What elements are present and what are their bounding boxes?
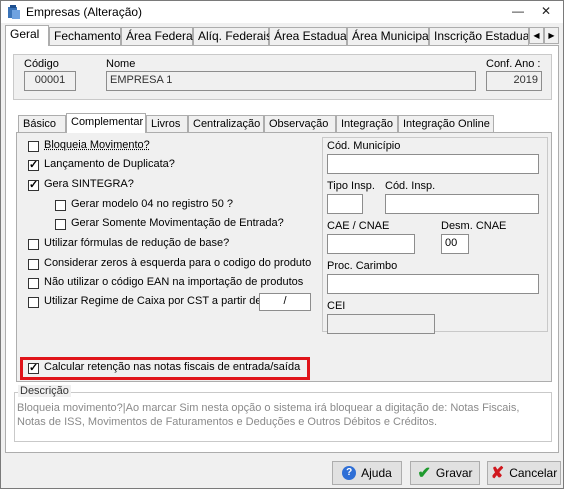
cod-municipio-field[interactable] [327, 154, 539, 174]
description-title: Descrição [18, 385, 71, 397]
formulas-reducao-label: Utilizar fórmulas de redução de base? [44, 237, 230, 249]
tab-geral[interactable]: Geral [5, 25, 49, 46]
cancelar-label: Cancelar [509, 466, 558, 480]
modelo-04-label: Gerar modelo 04 no registro 50 ? [71, 198, 234, 210]
nome-label: Nome [106, 58, 136, 70]
cae-cnae-label: CAE / CNAE [327, 220, 390, 232]
regime-caixa-label: Utilizar Regime de Caixa por CST a parti… [44, 295, 262, 307]
codigo-label: Código [24, 58, 59, 70]
nao-utilizar-ean-checkbox[interactable] [28, 278, 39, 289]
subtab-observacao[interactable]: Observação [264, 115, 336, 132]
subtab-livros[interactable]: Livros [146, 115, 188, 132]
tipo-insp-label: Tipo Insp. [327, 180, 375, 192]
right-panel: Cód. Município Tipo Insp. Cód. Insp. CAE… [322, 137, 548, 334]
help-icon: ? [342, 466, 357, 480]
subtab-centralizacao[interactable]: Centralização [188, 115, 264, 132]
cancelar-button[interactable]: ✘ Cancelar [487, 461, 561, 485]
regime-caixa-date-field[interactable]: / [259, 293, 311, 311]
cod-municipio-label: Cód. Município [327, 140, 401, 152]
subtab-basico[interactable]: Básico [18, 115, 66, 132]
zeros-esquerda-label: Considerar zeros à esquerda para o codig… [44, 257, 312, 269]
subtab-integracao[interactable]: Integração [336, 115, 398, 132]
ajuda-label: Ajuda [361, 466, 392, 480]
modelo-04-checkbox[interactable] [55, 200, 66, 211]
main-tabbar: Geral Fechamento Área Federal Alíq. Fede… [5, 25, 559, 46]
ajuda-button[interactable]: ? Ajuda [332, 461, 402, 485]
somente-entrada-checkbox[interactable] [55, 219, 66, 230]
bloqueia-movimento-checkbox[interactable] [28, 141, 39, 152]
lancamento-duplicata-label: Lançamento de Duplicata? [44, 158, 175, 170]
empresas-window: Empresas (Alteração) — ✕ Geral Fechament… [0, 0, 564, 489]
cod-insp-label: Cód. Insp. [385, 180, 436, 192]
tab-inscricao-estadual[interactable]: Inscrição Estadual S [429, 27, 529, 45]
gera-sintegra-checkbox[interactable] [28, 178, 39, 191]
window-title: Empresas (Alteração) [26, 5, 143, 19]
gera-sintegra-label: Gera SINTEGRA? [44, 178, 134, 190]
conf-ano-field[interactable]: 2019 [486, 71, 542, 91]
tab-area-municipal[interactable]: Área Municipal [347, 27, 431, 45]
bloqueia-movimento-label: Bloqueia Movimento? [44, 139, 150, 151]
complementar-page: Bloqueia Movimento? Lançamento de Duplic… [16, 132, 552, 382]
geral-page: Código 00001 Nome EMPRESA 1 Conf. Ano : … [5, 45, 559, 453]
title-bar: Empresas (Alteração) — ✕ [1, 1, 563, 23]
proc-carimbo-label: Proc. Carimbo [327, 260, 398, 272]
tab-area-federal[interactable]: Área Federal [121, 27, 195, 45]
tab-fechamento[interactable]: Fechamento [49, 27, 121, 45]
formulas-reducao-checkbox[interactable] [28, 239, 39, 250]
company-header-box: Código 00001 Nome EMPRESA 1 Conf. Ano : … [13, 54, 552, 100]
calcular-retencao-label: Calcular retenção nas notas fiscais de e… [44, 361, 301, 373]
codigo-field[interactable]: 00001 [24, 71, 76, 91]
subtab-complementar[interactable]: Complementar [66, 113, 146, 133]
tab-scroll-right-icon[interactable]: ▶ [544, 27, 559, 44]
regime-caixa-checkbox[interactable] [28, 297, 39, 308]
cei-field[interactable] [327, 314, 435, 334]
check-icon: ✔ [417, 465, 431, 482]
calcular-retencao-checkbox[interactable] [28, 361, 39, 374]
subtab-integracao-online[interactable]: Integração Online [398, 115, 494, 132]
proc-carimbo-field[interactable] [327, 274, 539, 294]
nao-utilizar-ean-label: Não utilizar o código EAN na importação … [44, 276, 304, 288]
description-box: Descrição Bloqueia movimento?|Ao marcar … [14, 385, 552, 442]
app-icon [8, 5, 20, 19]
tipo-insp-field[interactable] [327, 194, 363, 214]
minimize-button[interactable]: — [504, 1, 532, 23]
desm-cnae-field[interactable]: 00 [441, 234, 469, 254]
desm-cnae-label: Desm. CNAE [441, 220, 507, 232]
gravar-label: Gravar [435, 466, 473, 480]
nome-field[interactable]: EMPRESA 1 [106, 71, 476, 91]
tab-aliq-federais[interactable]: Alíq. Federais [193, 27, 272, 45]
cei-label: CEI [327, 300, 346, 312]
cancel-icon: ✘ [490, 465, 505, 482]
conf-ano-label: Conf. Ano : [486, 58, 541, 70]
tab-area-estadual[interactable]: Área Estadual [269, 27, 349, 45]
gravar-button[interactable]: ✔ Gravar [410, 461, 480, 485]
close-button[interactable]: ✕ [532, 1, 560, 23]
cae-cnae-field[interactable] [327, 234, 415, 254]
footer-bar: ? Ajuda ✔ Gravar ✘ Cancelar [1, 454, 563, 488]
zeros-esquerda-checkbox[interactable] [28, 259, 39, 270]
sub-tabbar: Básico Complementar Livros Centralização… [16, 113, 552, 133]
description-text: Bloqueia movimento?|Ao marcar Sim nesta … [17, 402, 520, 428]
somente-entrada-label: Gerar Somente Movimentação de Entrada? [71, 217, 284, 229]
tab-scroll-left-icon[interactable]: ◀ [529, 27, 544, 44]
tab-scroll-arrows: ◀ ▶ [529, 27, 559, 44]
cod-insp-field[interactable] [385, 194, 539, 214]
lancamento-duplicata-checkbox[interactable] [28, 158, 39, 171]
